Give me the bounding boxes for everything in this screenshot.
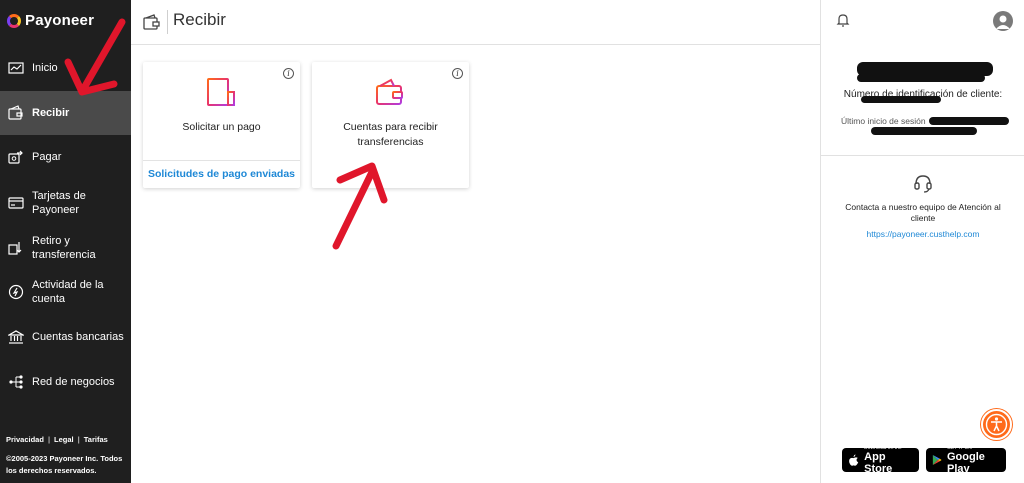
- redacted-name-2: [857, 74, 985, 82]
- redacted-last-login: [929, 117, 1009, 125]
- wallet-icon: [376, 78, 403, 105]
- support-text: Contacta a nuestro equipo de Atención al…: [845, 202, 1001, 223]
- sidebar-item-actividad[interactable]: Actividad de la cuenta: [0, 277, 131, 307]
- sidebar-item-red-negocios[interactable]: Red de negocios: [0, 372, 131, 392]
- card-request-payment[interactable]: i Solicitar un pago Solicitudes de pago …: [143, 62, 300, 188]
- sidebar-item-recibir[interactable]: Recibir: [0, 91, 131, 135]
- sidebar-item-label: Actividad de la cuenta: [32, 279, 104, 305]
- footer-links: Privacidad | Legal | Tarifas: [6, 435, 108, 444]
- bank-icon: [8, 330, 24, 344]
- payoneer-logo[interactable]: Payoneer: [7, 12, 94, 29]
- avatar[interactable]: [993, 11, 1013, 31]
- sidebar-item-label: Tarjetas de Payoneer: [32, 190, 86, 216]
- right-panel: Número de identificación de cliente: Últ…: [820, 0, 1024, 483]
- sidebar-item-pagar[interactable]: Pagar: [0, 147, 131, 167]
- last-login-label: Último inicio de sesión: [841, 116, 926, 126]
- google-play-name: Google Play: [947, 451, 985, 475]
- fees-link[interactable]: Tarifas: [84, 435, 108, 444]
- payment-requests-sent-link[interactable]: Solicitudes de pago enviadas: [143, 160, 300, 188]
- sidebar-item-inicio[interactable]: Inicio: [0, 58, 131, 78]
- panel-divider: [821, 155, 1024, 156]
- network-icon: [9, 375, 23, 389]
- wallet-icon: [143, 14, 160, 30]
- sidebar-item-label: Inicio: [32, 62, 58, 74]
- card-icon: [8, 197, 24, 209]
- card-title: Cuentas para recibir transferencias: [343, 121, 438, 148]
- sidebar-item-cuentas-bancarias[interactable]: Cuentas bancarias: [0, 327, 131, 347]
- send-money-icon: [8, 150, 23, 164]
- headset-icon: [914, 175, 932, 193]
- redacted-last-login-2: [871, 127, 977, 135]
- app-store-badge[interactable]: Download on the App Store: [842, 445, 919, 475]
- privacy-link[interactable]: Privacidad: [6, 435, 44, 444]
- bell-icon[interactable]: [835, 12, 851, 28]
- support-link[interactable]: https://payoneer.custhelp.com: [821, 229, 1024, 239]
- payoneer-logo-icon: [7, 13, 21, 28]
- sidebar-item-label: Recibir: [32, 107, 70, 119]
- google-play-badge[interactable]: GET IT ON Google Play: [926, 445, 1006, 475]
- brand-name: Payoneer: [25, 12, 95, 29]
- chart-icon: [8, 62, 24, 74]
- app-store-name: App Store: [864, 451, 893, 475]
- sidebar-item-label: Red de negocios: [32, 376, 115, 388]
- sidebar-item-label: Retiro y transferencia: [32, 235, 96, 261]
- page-title: Recibir: [173, 10, 226, 29]
- card-receiving-accounts[interactable]: i Cuentas para recibir transferencias: [312, 62, 469, 188]
- accessibility-button[interactable]: [981, 409, 1012, 440]
- apple-icon: [849, 454, 859, 466]
- google-play-icon: [932, 455, 942, 465]
- page-header: Recibir: [131, 0, 820, 45]
- sidebar-item-retiro[interactable]: Retiro y transferencia: [0, 233, 131, 263]
- legal-link[interactable]: Legal: [54, 435, 74, 444]
- card-title: Solicitar un pago: [182, 121, 261, 133]
- activity-icon: [8, 284, 24, 300]
- withdraw-icon: [8, 242, 22, 255]
- accessibility-icon: [985, 413, 1008, 436]
- sidebar: Payoneer Inicio Recibir Pagar Tarjetas d…: [0, 0, 131, 483]
- info-icon[interactable]: i: [283, 68, 294, 79]
- sidebar-item-label: Cuentas bancarias: [32, 331, 124, 343]
- user-icon: [996, 15, 1010, 29]
- info-icon[interactable]: i: [452, 68, 463, 79]
- sidebar-item-tarjetas[interactable]: Tarjetas de Payoneer: [0, 188, 131, 218]
- redacted-client-id: [861, 96, 941, 103]
- wallet-icon: [8, 105, 23, 120]
- sidebar-item-label: Pagar: [32, 151, 62, 163]
- copyright: ©2005-2023 Payoneer Inc. Todos los derec…: [6, 454, 123, 475]
- invoice-icon: [207, 78, 235, 106]
- header-divider: [167, 10, 168, 34]
